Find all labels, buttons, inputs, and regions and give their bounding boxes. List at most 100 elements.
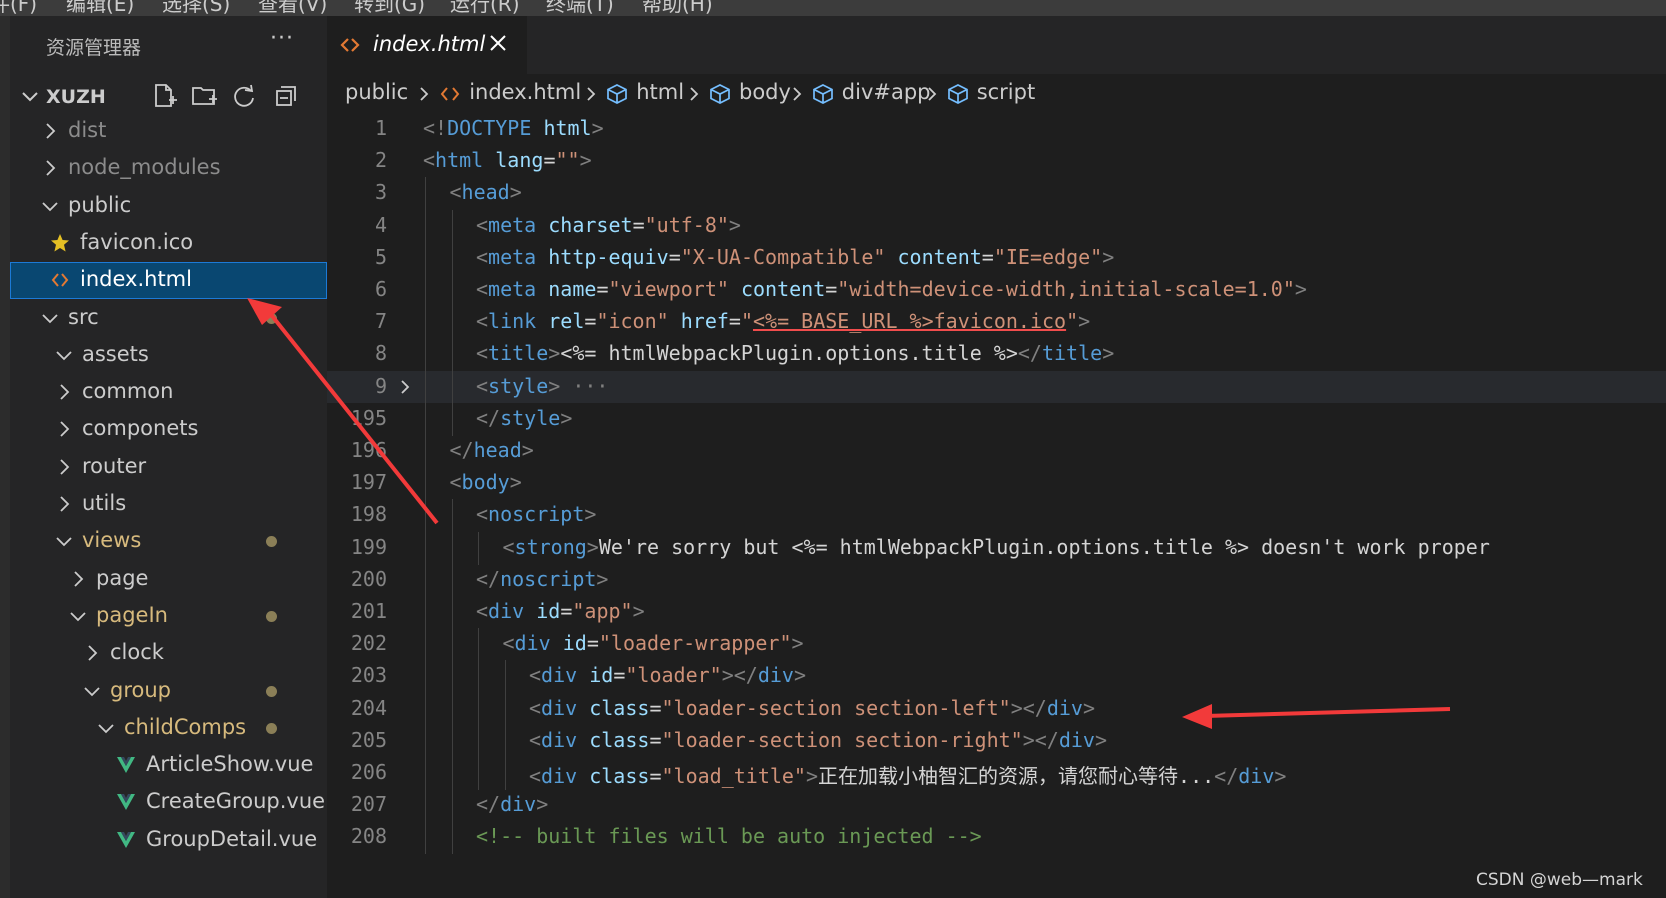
code-line[interactable]: 205 <div class="loader-section section-ri…	[327, 724, 1666, 758]
breadcrumb-item[interactable]: body	[739, 80, 791, 104]
code-line[interactable]: 202 <div id="loader-wrapper">	[327, 628, 1666, 662]
collapse-all-icon[interactable]	[272, 82, 300, 110]
tree-item-assets[interactable]: assets	[10, 337, 327, 374]
code-text: </style>	[476, 406, 572, 430]
code-token: <	[529, 764, 542, 788]
indent-guide	[425, 757, 426, 790]
tree-item-src[interactable]: src	[10, 300, 327, 337]
code-line[interactable]: 5 <meta http-equiv="X-UA-Compatible" cont…	[327, 241, 1666, 275]
breadcrumb-item[interactable]: div#app	[842, 80, 931, 104]
code-token: div	[500, 792, 537, 817]
code-token: >	[536, 792, 549, 817]
menu-item[interactable]: 终端(T)	[546, 0, 614, 17]
code-token: </	[1017, 341, 1042, 366]
code-token: charset	[548, 212, 633, 237]
indent-guide	[478, 628, 479, 662]
tree-item-page[interactable]: page	[10, 561, 327, 598]
tree-item-public[interactable]: public	[10, 188, 327, 225]
element-cube-icon	[607, 84, 628, 104]
code-line[interactable]: 7 <link rel="icon" href="<%= BASE_URL %>f…	[327, 306, 1666, 340]
indent-guide	[425, 467, 426, 501]
tree-item-common[interactable]: common	[10, 374, 327, 411]
menu-item[interactable]: 查看(V)	[258, 0, 327, 17]
code-token: body	[461, 470, 510, 495]
line-number: 5	[374, 244, 387, 269]
code-token: >	[1102, 244, 1115, 269]
code-line[interactable]: 6 <meta name="viewport" content="width=de…	[327, 274, 1666, 307]
tree-item-index-html[interactable]: index.html	[10, 262, 327, 300]
watermark: CSDN @web—mark	[1476, 870, 1643, 890]
code-line[interactable]: 206 <div class="load_title">正在加载小柚智汇的资源，请…	[327, 757, 1666, 790]
tree-item-childcomps[interactable]: childComps	[10, 710, 327, 747]
code-line[interactable]: 203 <div id="loader"></div>	[327, 660, 1666, 694]
tree-item-articleshow-vue[interactable]: ArticleShow.vue	[10, 747, 327, 784]
code-line[interactable]: 196 </head>	[327, 435, 1666, 468]
menu-item[interactable]: 运行(R)	[450, 0, 520, 17]
code-text: <div class="loader-section section-right…	[529, 728, 1107, 752]
tree-item-node-modules[interactable]: node_modules	[10, 150, 327, 187]
code-token: =	[825, 277, 838, 301]
tree-item-favicon-ico[interactable]: favicon.ico	[10, 225, 327, 262]
code-line[interactable]: 204 <div class="loader-section section-le…	[327, 692, 1666, 726]
tree-item-creategroup-vue[interactable]: CreateGroup.vue	[10, 784, 327, 821]
tree-item-utils[interactable]: utils	[10, 486, 327, 523]
tree-item-clock[interactable]: clock	[10, 635, 327, 672]
code-line[interactable]: 198 <noscript>	[327, 499, 1666, 533]
code-editor[interactable]: 1 <!DOCTYPE html> 2 <html lang=""> 3 <head> 4 <…	[327, 113, 1666, 898]
breadcrumb-item[interactable]: script	[977, 80, 1036, 104]
tree-item-dist[interactable]: dist	[10, 113, 327, 150]
indent-guide	[504, 757, 506, 790]
code-token: <	[529, 727, 542, 752]
menu-item[interactable]: 转到(G)	[354, 0, 425, 17]
tree-item-pagein[interactable]: pageIn	[10, 598, 327, 635]
code-text: </noscript>	[476, 567, 608, 591]
breadcrumb-item[interactable]: public	[345, 80, 408, 104]
tree-item-router[interactable]: router	[10, 449, 327, 486]
breadcrumb-item[interactable]: html	[636, 80, 684, 104]
close-icon[interactable]	[487, 32, 509, 54]
line-number: 9	[374, 373, 387, 398]
tree-item-groupdetail-vue[interactable]: GroupDetail.vue	[10, 822, 327, 859]
chevron-right-icon	[60, 384, 70, 400]
code-token: >	[509, 180, 522, 205]
breadcrumb-item[interactable]: index.html	[469, 80, 581, 104]
indent-guide	[451, 596, 453, 629]
menu-item[interactable]: 选择(S)	[162, 0, 230, 17]
chevron-right-icon	[46, 160, 56, 176]
code-line[interactable]: 208 <!-- built files will be auto injecte…	[327, 821, 1666, 855]
code-line[interactable]: 1 <!DOCTYPE html>	[327, 113, 1666, 145]
code-line[interactable]: 207 </div>	[327, 789, 1666, 823]
new-file-icon[interactable]	[150, 82, 178, 110]
code-line[interactable]: 197 <body>	[327, 467, 1666, 501]
new-folder-icon[interactable]	[190, 82, 218, 110]
code-line[interactable]: 2 <html lang="">	[327, 145, 1666, 177]
tree-item-views[interactable]: views	[10, 523, 327, 560]
code-line[interactable]: 9 <style> ···	[327, 370, 1666, 404]
menu-item[interactable]: 帮助(H)	[642, 0, 713, 17]
code-line[interactable]: 200 </noscript>	[327, 563, 1666, 597]
menu-item[interactable]: 文件(F)	[0, 0, 37, 17]
more-actions-icon[interactable]: ···	[270, 26, 294, 51]
tree-item-componets[interactable]: componets	[10, 411, 327, 448]
fold-chevron-icon[interactable]	[397, 377, 415, 397]
tab-index-html[interactable]: index.html	[327, 16, 527, 74]
project-header[interactable]: XUZH	[10, 80, 327, 114]
code-line[interactable]: 199 <strong>We're sorry but <%= htmlWebpa…	[327, 531, 1666, 565]
code-token: http-equiv	[548, 244, 669, 269]
refresh-icon[interactable]	[230, 82, 258, 110]
tree-item-group[interactable]: group	[10, 673, 327, 710]
modified-indicator	[266, 685, 277, 697]
code-line[interactable]: 8 <title><%= htmlWebpackPlugin.options.ti…	[327, 338, 1666, 372]
line-number: 202	[350, 631, 387, 656]
code-text: <head>	[450, 180, 522, 204]
menu-item[interactable]: 编辑(E)	[66, 0, 134, 17]
code-line[interactable]: 4 <meta charset="utf-8">	[327, 209, 1666, 243]
code-line[interactable]: 3 <head>	[327, 177, 1666, 211]
code-line[interactable]: 201 <div id="app">	[327, 596, 1666, 629]
code-text: <meta charset="utf-8">	[476, 213, 741, 237]
code-token: <	[502, 534, 515, 559]
code-line[interactable]: 195 </style>	[327, 402, 1666, 436]
